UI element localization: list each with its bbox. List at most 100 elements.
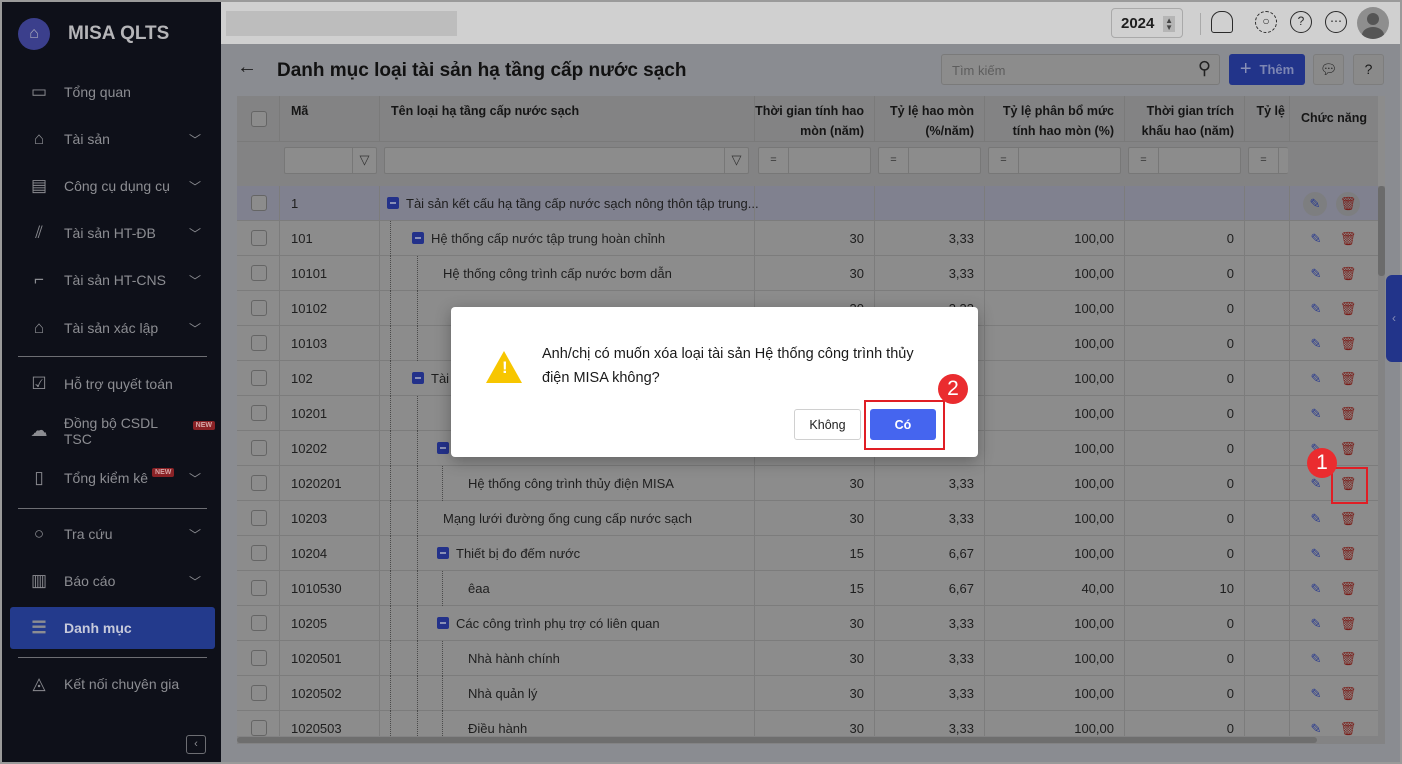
sidebar-item[interactable]: ☁ Đồng bộ CSDL TSC NEW bbox=[10, 410, 215, 452]
trash-icon[interactable]: 🗑︎ bbox=[1338, 439, 1358, 459]
chevron-down-icon[interactable]: ﹀ bbox=[189, 470, 201, 487]
sidebar-item[interactable]: ⫽ Tài sản HT-ĐB ﹀ bbox=[10, 212, 215, 254]
table-row[interactable]: 101 Hệ thống cấp nước tập trung hoàn chỉ… bbox=[237, 221, 1378, 256]
table-row[interactable]: 1020501 Nhà hành chính 30 3,33 100,00 0 … bbox=[237, 641, 1378, 676]
trash-icon[interactable]: 🗑︎ bbox=[1338, 334, 1358, 354]
help-icon[interactable]: ? bbox=[1290, 11, 1312, 33]
add-button[interactable]: + Thêm bbox=[1229, 54, 1305, 85]
equals-operator[interactable]: = bbox=[1129, 148, 1159, 173]
back-arrow-icon[interactable]: ← bbox=[237, 56, 257, 79]
more-icon[interactable]: ⋯ bbox=[1325, 11, 1347, 33]
trash-icon[interactable]: 🗑︎ bbox=[1338, 369, 1358, 389]
sidebar-item[interactable]: ⌂ Tài sản ﹀ bbox=[10, 118, 215, 160]
chevron-down-icon[interactable]: ﹀ bbox=[189, 272, 201, 289]
gear-icon[interactable]: ○ bbox=[1255, 11, 1277, 33]
years-filter-input[interactable]: = bbox=[758, 147, 871, 174]
table-row[interactable]: 1 Tài sản kết cấu hạ tầng cấp nước sạch … bbox=[237, 186, 1378, 221]
sidebar-item[interactable]: ☰ Danh mục bbox=[10, 607, 215, 649]
edit-icon[interactable]: ✎ bbox=[1303, 192, 1327, 216]
bell-icon[interactable] bbox=[1211, 11, 1233, 33]
collapse-icon[interactable] bbox=[437, 442, 449, 454]
edit-icon[interactable]: ✎ bbox=[1306, 299, 1326, 319]
collapse-icon[interactable] bbox=[437, 547, 449, 559]
edit-icon[interactable]: ✎ bbox=[1306, 404, 1326, 424]
trash-icon[interactable]: 🗑︎ bbox=[1336, 192, 1360, 216]
edit-icon[interactable]: ✎ bbox=[1306, 369, 1326, 389]
col-amortization-years[interactable]: Thời gian trích khấu hao (năm) bbox=[1125, 96, 1245, 142]
edit-icon[interactable]: ✎ bbox=[1306, 509, 1326, 529]
table-row[interactable]: 1020201 Hệ thống công trình thủy điện MI… bbox=[237, 466, 1378, 501]
col-rate[interactable]: Tỷ lệ bbox=[1245, 96, 1290, 142]
trash-icon[interactable]: 🗑︎ bbox=[1338, 229, 1358, 249]
trash-icon[interactable]: 🗑︎ bbox=[1338, 614, 1358, 634]
equals-operator[interactable]: = bbox=[879, 148, 909, 173]
trash-icon[interactable]: 🗑︎ bbox=[1338, 579, 1358, 599]
chevron-down-icon[interactable]: ﹀ bbox=[189, 320, 201, 337]
chevron-down-icon[interactable]: ﹀ bbox=[189, 573, 201, 590]
year-selector[interactable]: 2024 ▲ ▼ bbox=[1111, 8, 1183, 38]
sidebar-item[interactable]: ◬ Kết nối chuyên gia bbox=[10, 663, 215, 705]
col-depreciation-years[interactable]: Thời gian tính hao mòn (năm) bbox=[755, 96, 875, 142]
chevron-down-icon[interactable]: ﹀ bbox=[189, 225, 201, 242]
sidebar-item[interactable]: ⌐ Tài sản HT-CNS ﹀ bbox=[10, 259, 215, 301]
feedback-button[interactable]: 💬︎ bbox=[1313, 54, 1344, 85]
trash-icon[interactable]: 🗑︎ bbox=[1338, 684, 1358, 704]
sidebar-item[interactable]: ☑ Hỗ trợ quyết toán bbox=[10, 363, 215, 405]
edit-icon[interactable]: ✎ bbox=[1306, 614, 1326, 634]
sidebar-item[interactable]: ▥ Báo cáo ﹀ bbox=[10, 560, 215, 602]
trash-icon[interactable]: 🗑︎ bbox=[1338, 404, 1358, 424]
filter-icon[interactable]: ▽ bbox=[724, 148, 748, 173]
amortization-filter-input[interactable]: = bbox=[1128, 147, 1241, 174]
col-depreciation-rate[interactable]: Tỷ lệ hao mòn (%/năm) bbox=[875, 96, 985, 142]
sidebar-item[interactable]: ▤ Công cụ dụng cụ ﹀ bbox=[10, 165, 215, 207]
search-icon[interactable]: ⚲ bbox=[1198, 58, 1211, 79]
collapse-sidebar-button[interactable]: ‹ bbox=[186, 735, 206, 754]
col-name[interactable]: Tên loại hạ tầng cấp nước sạch bbox=[380, 96, 755, 142]
col-code[interactable]: Mã bbox=[280, 96, 380, 142]
no-button[interactable]: Không bbox=[794, 409, 861, 440]
sidebar-item[interactable]: ▭ Tổng quan bbox=[10, 71, 215, 113]
table-row[interactable]: 1010530 êaa 15 6,67 40,00 10 ✎ 🗑︎ bbox=[237, 571, 1378, 606]
search-input[interactable]: Tìm kiếm ⚲ bbox=[941, 54, 1220, 85]
edit-icon[interactable]: ✎ bbox=[1306, 649, 1326, 669]
horizontal-scrollbar[interactable] bbox=[237, 736, 1378, 744]
vertical-scrollbar[interactable] bbox=[1378, 186, 1385, 744]
table-row[interactable]: 10203 Mạng lưới đường ống cung cấp nước … bbox=[237, 501, 1378, 536]
collapse-icon[interactable] bbox=[412, 232, 424, 244]
rate2-filter-input[interactable]: = bbox=[1248, 147, 1288, 174]
chevron-down-icon[interactable]: ﹀ bbox=[189, 178, 201, 195]
edit-icon[interactable]: ✎ bbox=[1306, 229, 1326, 249]
trash-icon[interactable]: 🗑︎ bbox=[1338, 299, 1358, 319]
expand-panel-tab[interactable]: ‹ bbox=[1386, 275, 1402, 362]
trash-icon[interactable]: 🗑︎ bbox=[1338, 544, 1358, 564]
sidebar-item[interactable]: ▯ Tổng kiểm kê NEW ﹀ bbox=[10, 457, 215, 499]
allocation-filter-input[interactable]: = bbox=[988, 147, 1121, 174]
spinner-icon[interactable]: ▲ ▼ bbox=[1163, 16, 1175, 32]
trash-icon[interactable]: 🗑︎ bbox=[1338, 264, 1358, 284]
edit-icon[interactable]: ✎ bbox=[1306, 684, 1326, 704]
equals-operator[interactable]: = bbox=[1249, 148, 1279, 173]
collapse-icon[interactable] bbox=[437, 617, 449, 629]
col-allocation-rate[interactable]: Tỷ lệ phân bổ mức tính hao mòn (%) bbox=[985, 96, 1125, 142]
trash-icon[interactable]: 🗑︎ bbox=[1338, 649, 1358, 669]
collapse-icon[interactable] bbox=[412, 372, 424, 384]
equals-operator[interactable]: = bbox=[989, 148, 1019, 173]
name-filter-input[interactable]: ▽ bbox=[384, 147, 749, 174]
trash-icon[interactable]: 🗑︎ bbox=[1338, 509, 1358, 529]
code-filter-input[interactable]: ▽ bbox=[284, 147, 377, 174]
table-row[interactable]: 10205 Các công trình phụ trợ có liên qua… bbox=[237, 606, 1378, 641]
chevron-down-icon[interactable]: ﹀ bbox=[189, 526, 201, 543]
edit-icon[interactable]: ✎ bbox=[1306, 334, 1326, 354]
chevron-down-icon[interactable]: ﹀ bbox=[189, 131, 201, 148]
table-row[interactable]: 10101 Hệ thống công trình cấp nước bơm d… bbox=[237, 256, 1378, 291]
equals-operator[interactable]: = bbox=[759, 148, 789, 173]
filter-icon[interactable]: ▽ bbox=[352, 148, 376, 173]
edit-icon[interactable]: ✎ bbox=[1306, 579, 1326, 599]
table-row[interactable]: 10204 Thiết bị đo đếm nước 15 6,67 100,0… bbox=[237, 536, 1378, 571]
help-button[interactable]: ? bbox=[1353, 54, 1384, 85]
collapse-icon[interactable] bbox=[387, 197, 399, 209]
sidebar-item[interactable]: ○ Tra cứu ﹀ bbox=[10, 513, 215, 555]
edit-icon[interactable]: ✎ bbox=[1306, 264, 1326, 284]
edit-icon[interactable]: ✎ bbox=[1306, 544, 1326, 564]
avatar[interactable] bbox=[1357, 7, 1389, 39]
